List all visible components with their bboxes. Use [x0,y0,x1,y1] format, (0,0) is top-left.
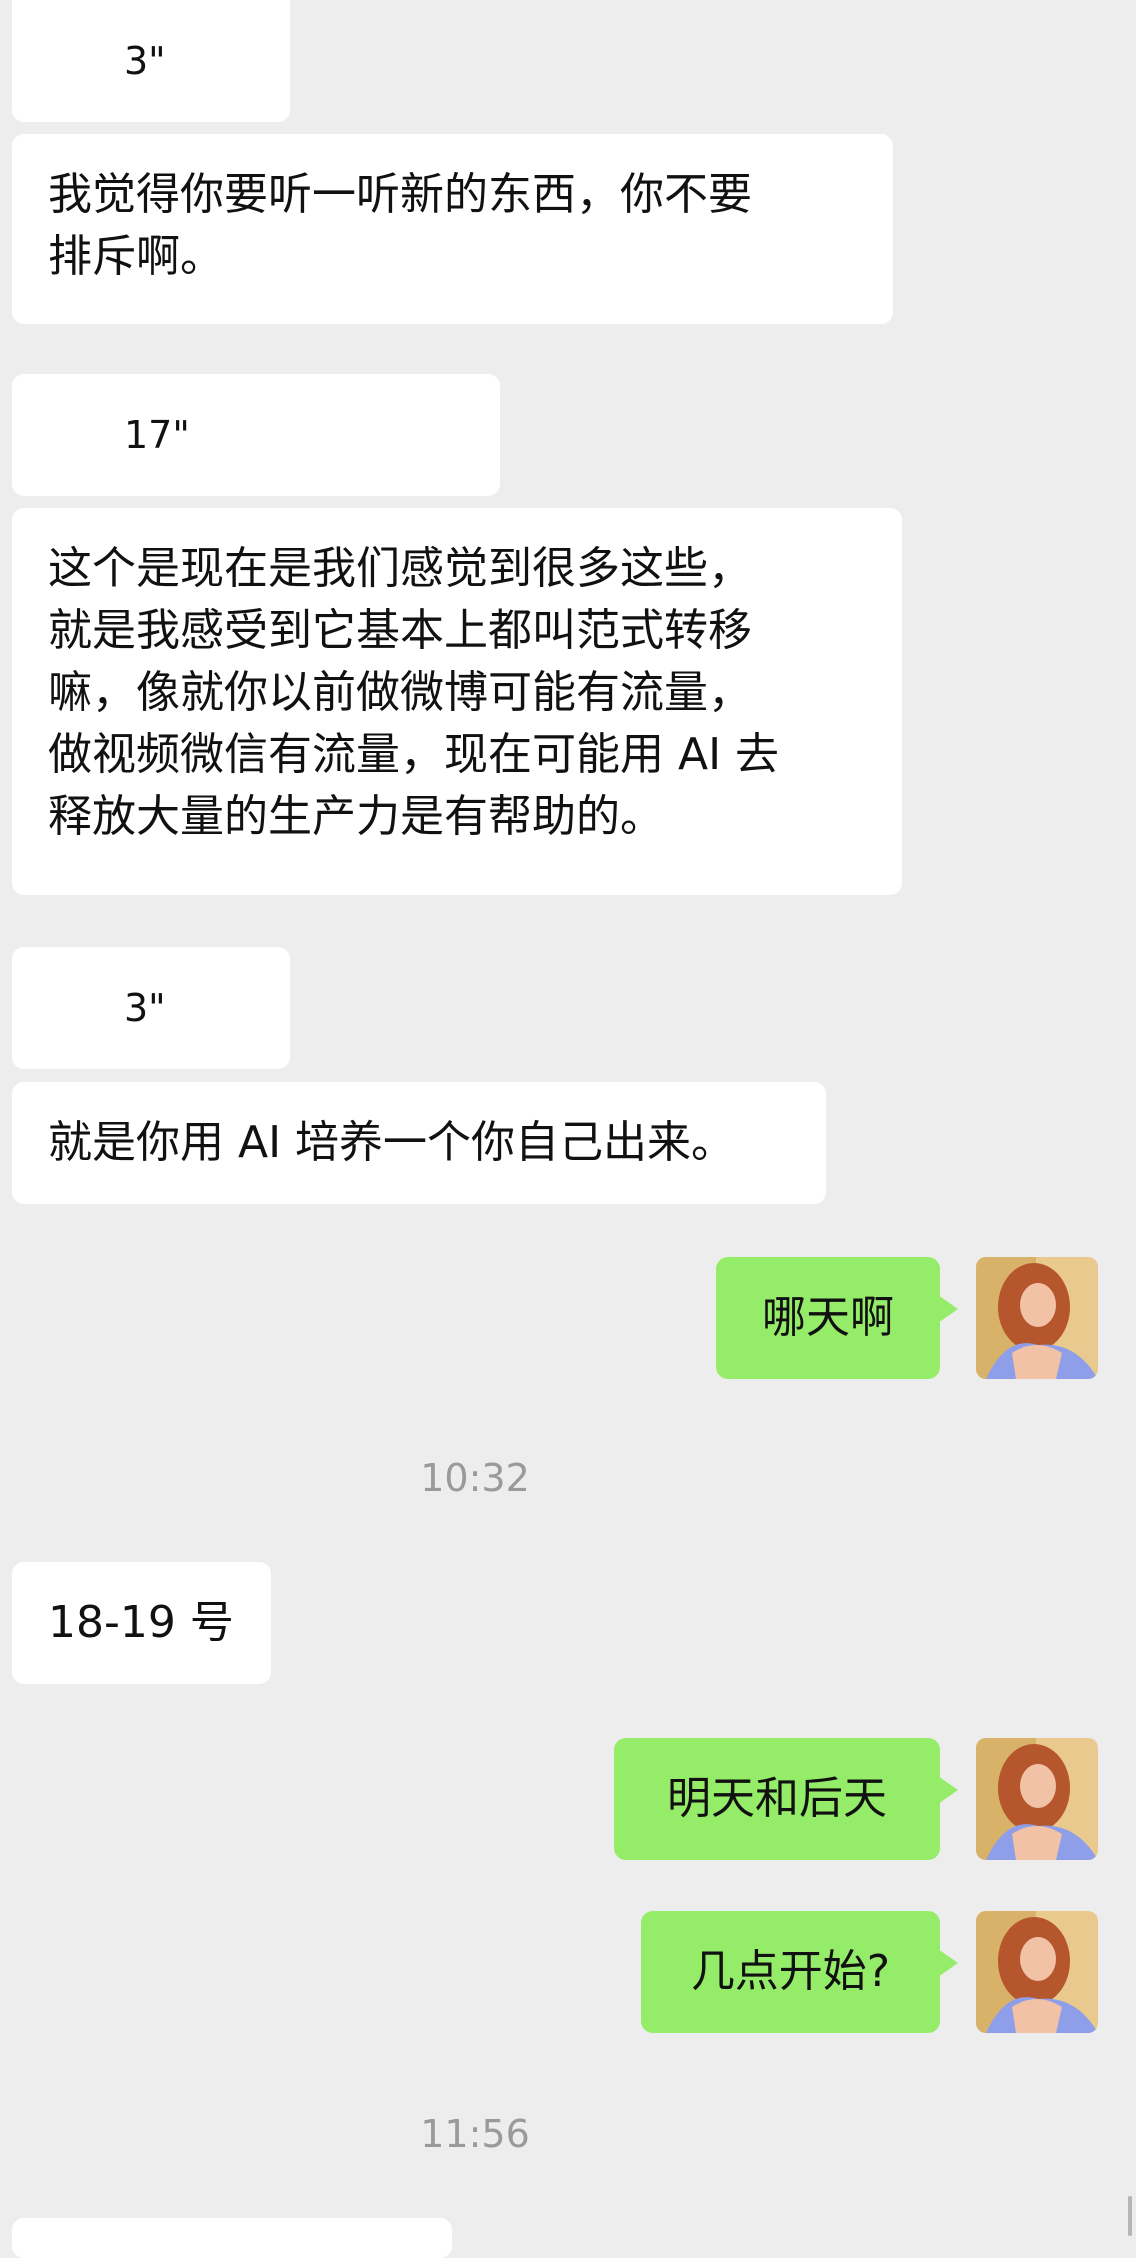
voice-message[interactable]: 3" [12,0,290,205]
voice-wave-icon [52,984,100,1152]
text-message[interactable]: 我觉得你要听一听新的东西，你不要 排斥啊。 [12,134,893,324]
voice-wave-icon [52,37,100,205]
chat-message-list[interactable]: 3" 我觉得你要听一听新的东西，你不要 排斥啊。 17" 这个是现在是我们感觉到… [0,0,1136,2258]
scrollbar-thumb[interactable] [1128,2196,1132,2236]
user-avatar[interactable] [976,1257,1098,1379]
timestamp: 11:56 [420,2112,530,2156]
voice-duration: 3" [124,986,166,1030]
voice-duration: 17" [124,413,190,457]
voice-message[interactable]: 17" [12,374,500,579]
voice-wave-icon [52,411,100,579]
text-message[interactable]: 这个是现在是我们感觉到很多这些， 就是我感受到它基本上都叫范式转移 嘛，像就你以… [12,508,902,895]
user-avatar[interactable] [976,1738,1098,1860]
outgoing-message[interactable]: 明天和后天 [614,1738,958,1860]
outgoing-message[interactable]: 几点开始? [641,1911,958,2033]
text-message-partial[interactable] [12,2218,452,2258]
user-avatar[interactable] [976,1911,1098,2033]
voice-message[interactable]: 3" [12,947,290,1152]
outgoing-message[interactable]: 哪天啊 [716,1257,958,1379]
timestamp: 10:32 [420,1456,530,1500]
text-message[interactable]: 18-19 号 [12,1562,271,1684]
voice-duration: 3" [124,39,166,83]
text-message[interactable]: 就是你用 AI 培养一个你自己出来。 [12,1082,826,1204]
